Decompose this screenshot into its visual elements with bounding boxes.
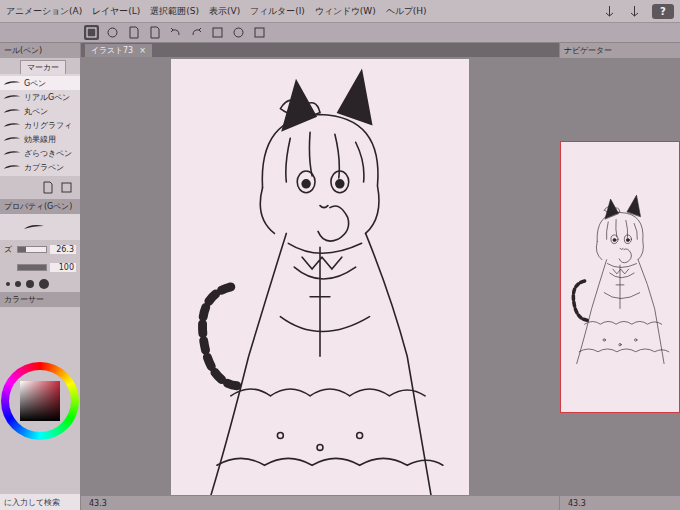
navigator-preview[interactable] (560, 141, 680, 413)
brush-presets (0, 276, 80, 292)
brush-stroke-icon (3, 149, 21, 157)
opacity-value[interactable]: 100 (50, 263, 76, 272)
preset-dot[interactable] (26, 280, 34, 288)
tool-property-header: プロパティ(Gペン) (0, 199, 80, 214)
close-tab-button[interactable]: × (139, 46, 146, 55)
menu-item[interactable]: フィルター(I) (250, 5, 305, 18)
subtool-header: ール(ペン) (0, 43, 80, 58)
preset-dot[interactable] (15, 281, 21, 287)
down-icon[interactable] (602, 4, 617, 19)
subtool-tab[interactable]: マーカー (20, 60, 66, 74)
circle-icon[interactable] (231, 25, 246, 40)
navigator-zoom-bar: 43.3 (560, 496, 680, 510)
clip-studio-window: アニメーション(A) レイヤー(L) 選択範囲(S) 表示(V) フィルター(I) ウィン… (0, 0, 680, 510)
page-icon[interactable] (40, 180, 55, 195)
subtool-item[interactable]: Gペン (0, 76, 80, 90)
subtool-item[interactable]: 効果線用 (0, 132, 80, 146)
square-icon[interactable] (210, 25, 225, 40)
page-icon[interactable] (126, 25, 141, 40)
navigator-panel: ナビゲーター 43.3 (559, 43, 680, 510)
subtool-item[interactable]: リアルGペン (0, 90, 80, 104)
line-art-drawing (171, 59, 469, 495)
brush-size-row: ズ26.3 (0, 240, 80, 259)
brush-stroke-icon (3, 107, 21, 115)
canvas[interactable] (171, 59, 469, 495)
brush-stroke-icon (3, 79, 21, 87)
undo-icon[interactable] (168, 25, 183, 40)
redo-icon[interactable] (189, 25, 204, 40)
down-icon[interactable] (627, 4, 642, 19)
color-square[interactable] (20, 381, 60, 421)
brush-stroke-icon (3, 135, 21, 143)
opacity-slider[interactable] (17, 264, 47, 271)
preset-dot[interactable] (6, 282, 10, 286)
navigator-zoom-value[interactable]: 43.3 (568, 499, 586, 508)
brush-stroke-icon (4, 223, 64, 231)
menu-bar: アニメーション(A) レイヤー(L) 選択範囲(S) 表示(V) フィルター(I) ウィン… (0, 0, 680, 23)
brush-stroke-icon (3, 163, 21, 171)
square-icon[interactable] (84, 25, 99, 40)
brush-stroke-icon (3, 93, 21, 101)
subtool-item[interactable]: 丸ペン (0, 104, 80, 118)
zoom-value[interactable]: 43.3 (89, 499, 107, 508)
taskbar-search[interactable]: に入力して検索 (0, 494, 80, 510)
menu-item[interactable]: アニメーション(A) (6, 5, 82, 18)
square-icon[interactable] (252, 25, 267, 40)
status-bar: 43.3 (81, 496, 559, 510)
brush-size-value[interactable]: 26.3 (50, 245, 76, 254)
subtool-item[interactable]: カリグラフィ (0, 118, 80, 132)
menu-item[interactable]: 選択範囲(S) (150, 5, 199, 18)
subtool-item[interactable]: ざらつきペン (0, 146, 80, 160)
navigator-drawing (561, 142, 679, 412)
tool-bar (0, 23, 680, 43)
opacity-row: 100 (0, 259, 80, 276)
subtool-list: GペンリアルGペン丸ペンカリグラフィ効果線用ざらつきペンカブラペン (0, 74, 80, 176)
subtool-item[interactable]: カブラペン (0, 160, 80, 174)
canvas-area (81, 57, 559, 496)
navigator-header: ナビゲーター (560, 43, 680, 58)
brush-stroke-icon (3, 121, 21, 129)
brush-size-slider[interactable] (17, 246, 47, 253)
help-button[interactable]: ? (652, 4, 674, 19)
menu-item[interactable]: ウィンドウ(W) (315, 5, 376, 18)
square-icon[interactable] (59, 180, 74, 195)
left-panel: ール(ペン)マーカーGペンリアルGペン丸ペンカリグラフィ効果線用ざらつきペンカブ… (0, 43, 81, 510)
page-icon[interactable] (147, 25, 162, 40)
preset-dot[interactable] (39, 279, 49, 289)
brush-preview (0, 214, 80, 240)
circle-icon[interactable] (105, 25, 120, 40)
color-circle-header: カラーサー (0, 292, 80, 307)
canvas-tab[interactable]: イラスト73× (85, 44, 152, 57)
menu-item[interactable]: 表示(V) (209, 5, 240, 18)
menu-item[interactable]: レイヤー(L) (92, 5, 140, 18)
menu-item[interactable]: ヘルプ(H) (386, 5, 427, 18)
hue-ring[interactable] (1, 362, 79, 440)
